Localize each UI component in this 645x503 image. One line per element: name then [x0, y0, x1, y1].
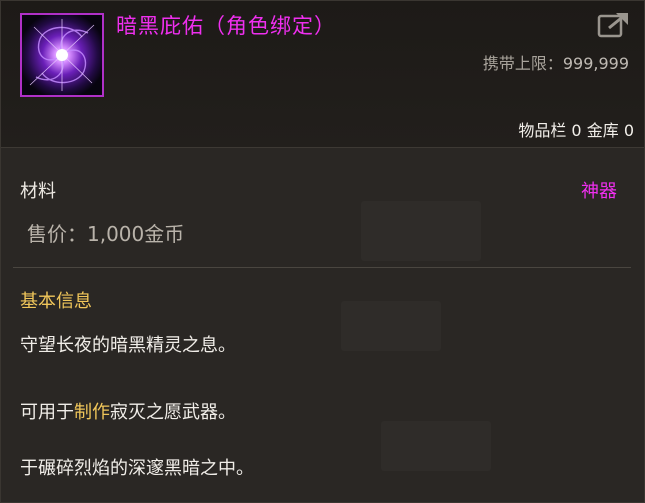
description-keyword: 制作 [74, 402, 110, 423]
item-name: 暗黑庇佑（角色绑定） [116, 14, 336, 38]
carry-limit-value: 999,999 [562, 54, 629, 73]
background-ghost [361, 201, 481, 261]
item-type: 材料 [20, 181, 56, 202]
basic-info-title: 基本信息 [20, 291, 92, 312]
item-tooltip: 暗黑庇佑（角色绑定） 携带上限：999,999 物品栏 0 金库 0 材料 神器… [0, 0, 645, 503]
bank-count: 0 [623, 121, 634, 140]
description-text: 寂灭之愿武器。 [110, 402, 236, 423]
background-ghost [341, 301, 441, 351]
description-line: 可用于制作寂灭之愿武器。 [20, 398, 236, 424]
description-line: 于碾碎烈焰的深邃黑暗之中。 [20, 458, 254, 479]
inventory-count: 0 [571, 121, 582, 140]
description-text: 可用于 [20, 402, 74, 423]
carry-limit-label: 携带上限： [482, 54, 563, 73]
sell-price: 售价：1,000金币 [27, 222, 185, 246]
item-rarity: 神器 [581, 181, 617, 202]
background-ghost [381, 421, 491, 471]
bank-label: 金库 [586, 121, 619, 140]
storage-counts: 物品栏 0 金库 0 [518, 117, 634, 141]
tooltip-header: 暗黑庇佑（角色绑定） 携带上限：999,999 物品栏 0 金库 0 [1, 1, 644, 148]
carry-limit: 携带上限：999,999 [483, 50, 629, 74]
divider [13, 267, 631, 268]
inventory-label: 物品栏 [518, 121, 567, 140]
description-line: 守望长夜的暗黑精灵之息。 [20, 335, 236, 356]
share-icon[interactable] [597, 10, 631, 40]
dark-swirl-orb-icon [20, 13, 104, 97]
